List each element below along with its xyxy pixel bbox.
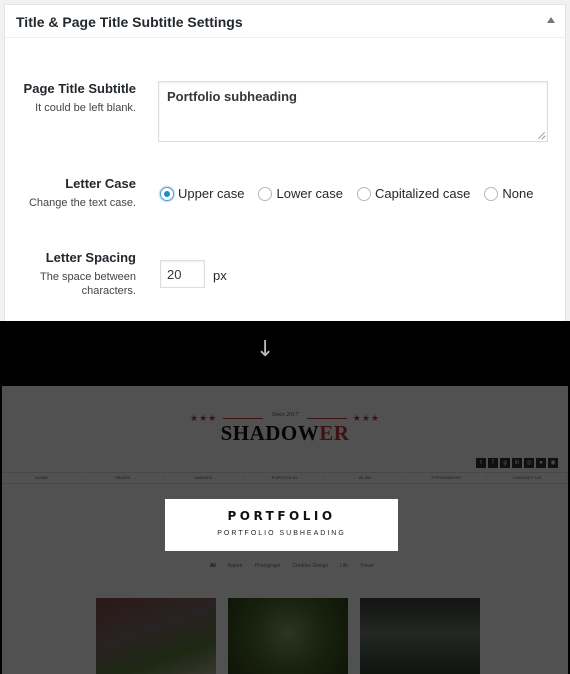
radio-label: Upper case (178, 186, 245, 201)
filter-all[interactable]: All (210, 563, 216, 569)
page-subtitle: PORTFOLIO SUBHEADING (217, 530, 346, 537)
page-title-box: PORTFOLIO PORTFOLIO SUBHEADING (165, 499, 398, 551)
nav-item-home[interactable]: HOME (2, 473, 83, 483)
radio-button[interactable] (258, 186, 273, 201)
filter-photograph[interactable]: Photograph (255, 563, 281, 569)
radio-button[interactable] (484, 186, 499, 201)
nav-item-portfolio[interactable]: PORTFOLIO (245, 473, 326, 483)
nav-item-blog[interactable]: BLOG (325, 473, 407, 483)
letter-spacing-label: Letter Spacing (45, 250, 136, 265)
radio-option-lower-case[interactable]: Lower case (258, 186, 343, 201)
filter-life[interactable]: Life (340, 563, 348, 569)
site-nav: HOME PAGES IMAGES PORTFOLIO BLOG TYPOGRA… (2, 472, 568, 484)
site-logo: ★★★ Since 2017 ★★★ SHADOWER (185, 408, 385, 448)
letter-case-radio-group: Upper case Lower case Capitalized case N… (160, 186, 547, 201)
dribbble-icon[interactable]: ● (536, 458, 546, 468)
panel-header[interactable]: Title & Page Title Subtitle Settings (5, 5, 565, 38)
radio-label: Capitalized case (374, 186, 471, 201)
google-plus-icon[interactable]: g (500, 458, 510, 468)
letter-case-description: Change the text case. (28, 197, 136, 209)
rss-icon[interactable]: ◉ (548, 458, 558, 468)
radio-button[interactable] (160, 186, 174, 201)
linkedin-icon[interactable]: in (512, 458, 522, 468)
site-preview: ★★★ Since 2017 ★★★ SHADOWER t f g in ◎ ●… (2, 386, 568, 674)
nav-item-typography[interactable]: TYPOGRAPHY (406, 473, 488, 483)
portfolio-thumb[interactable] (96, 598, 216, 674)
logo-rule-left (223, 418, 263, 419)
portfolio-thumb[interactable] (228, 598, 348, 674)
radio-button[interactable] (356, 186, 371, 201)
filter-nature[interactable]: Nature (228, 563, 243, 569)
logo-since: Since 2017 (271, 412, 299, 418)
letter-spacing-unit: px (213, 268, 227, 283)
nav-item-pages[interactable]: PAGES (83, 473, 164, 483)
subtitle-description: It could be left blank. (35, 102, 136, 114)
twitter-icon[interactable]: t (476, 458, 486, 468)
collapse-arrow-icon[interactable] (547, 17, 555, 23)
portfolio-grid (96, 598, 492, 674)
radio-option-upper-case[interactable]: Upper case (160, 186, 244, 201)
logo-text: SHADOWER (185, 421, 385, 446)
nav-item-images[interactable]: IMAGES (164, 473, 245, 483)
nav-item-contact[interactable]: CONTACT US (487, 473, 568, 483)
portfolio-thumb[interactable] (360, 598, 480, 674)
panel-title: Title & Page Title Subtitle Settings (16, 14, 243, 30)
letter-case-label: Letter Case (65, 176, 136, 191)
filter-creative-design[interactable]: Creative Design (292, 563, 328, 569)
filter-travel[interactable]: Travel (360, 563, 374, 569)
resize-grip-icon[interactable] (538, 131, 546, 139)
letter-spacing-description-line2: characters. (81, 285, 136, 297)
radio-label: None (502, 186, 534, 201)
subtitle-label: Page Title Subtitle (23, 81, 136, 96)
page-title: PORTFOLIO (227, 509, 336, 523)
logo-accent: ER (319, 421, 350, 445)
letter-spacing-input[interactable] (160, 260, 205, 288)
divider-band: ↓ (0, 321, 570, 386)
down-arrow-icon: ↓ (256, 337, 275, 362)
subtitle-textarea[interactable]: Portfolio subheading (158, 81, 548, 142)
social-icons: t f g in ◎ ● ◉ (474, 458, 558, 468)
portfolio-filters: All Nature Photograph Creative Design Li… (210, 563, 386, 569)
radio-option-none[interactable]: None (484, 186, 533, 201)
letter-spacing-description: The space between characters. (40, 270, 136, 298)
logo-main: SHADOW (220, 421, 320, 445)
logo-rule-right (307, 418, 347, 419)
letter-spacing-description-line1: The space between (39, 271, 136, 283)
settings-box: Title & Page Title Subtitle Settings Pag… (4, 4, 566, 321)
facebook-icon[interactable]: f (488, 458, 498, 468)
instagram-icon[interactable]: ◎ (524, 458, 534, 468)
radio-option-capitalized-case[interactable]: Capitalized case (356, 186, 471, 201)
settings-panel: Title & Page Title Subtitle Settings Pag… (0, 0, 570, 321)
radio-label: Lower case (276, 186, 343, 201)
